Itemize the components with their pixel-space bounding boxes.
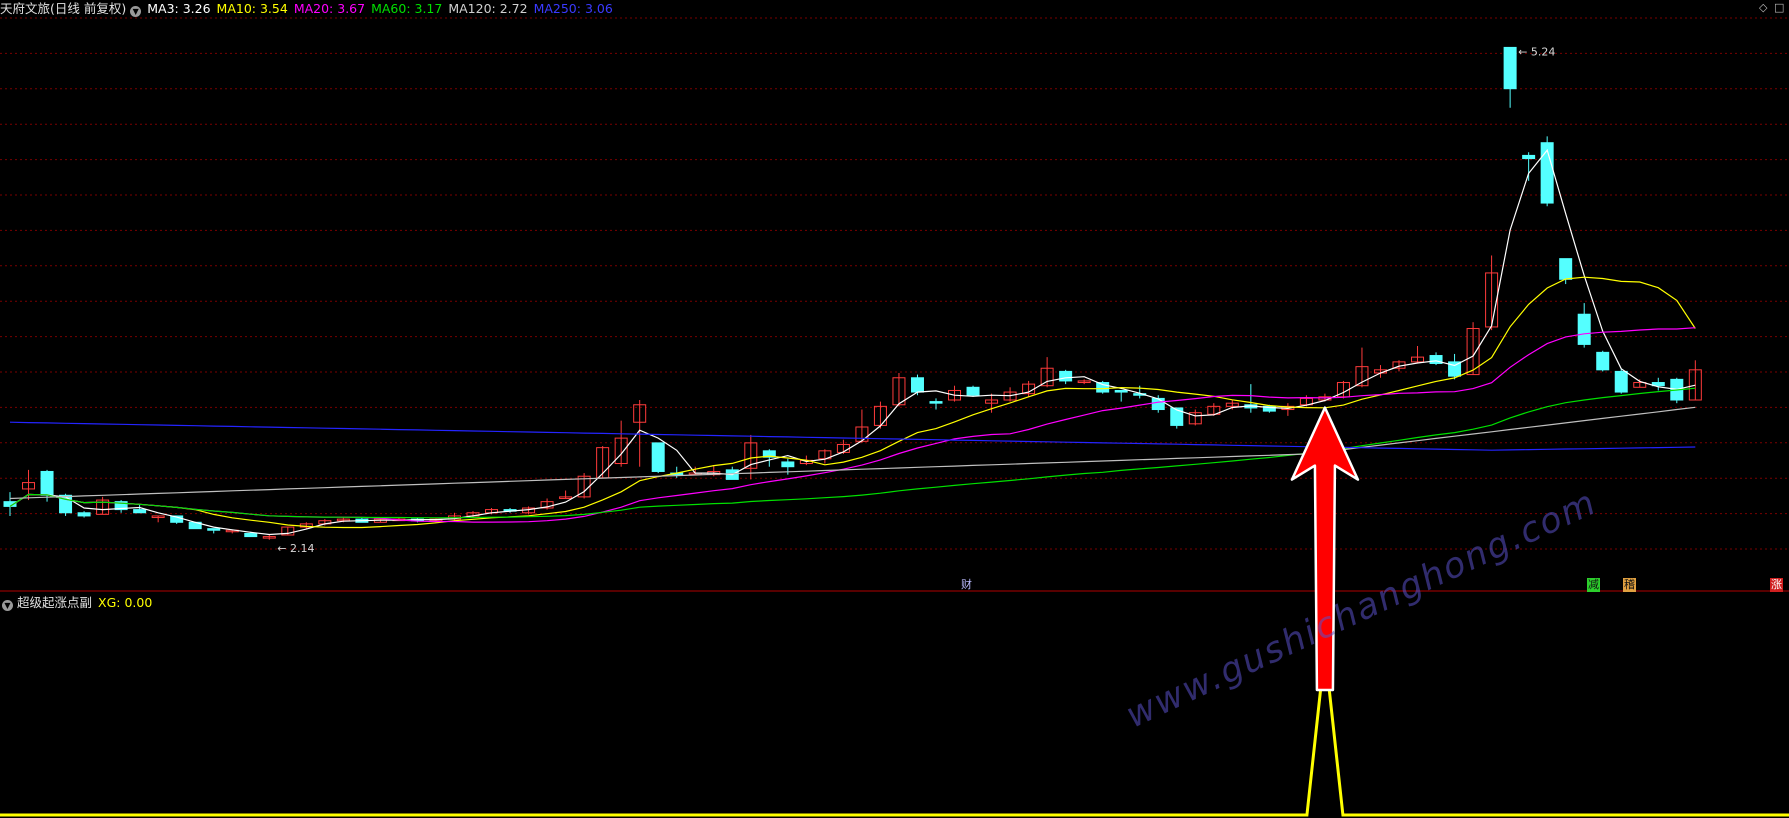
candle-body bbox=[781, 461, 795, 468]
tag-zhang: 涨 bbox=[1770, 578, 1783, 592]
price-annotation: ← 5.24 bbox=[1518, 45, 1555, 58]
price-annotation: ← 2.14 bbox=[277, 542, 314, 555]
candle-body bbox=[651, 442, 665, 472]
ma250-value: MA250: 3.06 bbox=[533, 1, 613, 16]
candle-body bbox=[1577, 313, 1591, 345]
candle-body bbox=[1559, 258, 1573, 280]
tag-cai: 财 bbox=[961, 578, 972, 591]
indicator-circle-icon[interactable]: ▼ bbox=[2, 600, 13, 611]
ma120-value: MA120: 2.72 bbox=[448, 1, 528, 16]
ma120-line bbox=[9, 406, 1696, 500]
ma3-line bbox=[9, 148, 1696, 536]
chart-canvas: ← 5.24 ← 2.14 bbox=[0, 17, 1789, 817]
tag-jian: 减 bbox=[1587, 578, 1600, 592]
indicator-header: ▼ 超级起涨点副 XG: 0.00 bbox=[0, 594, 152, 612]
candle-body bbox=[1151, 397, 1165, 411]
candle-body bbox=[1114, 389, 1128, 393]
ma60-line bbox=[9, 387, 1696, 519]
settings-circle-icon[interactable]: ▼ bbox=[130, 6, 142, 17]
xg-value: XG: 0.00 bbox=[98, 595, 153, 610]
candle-body bbox=[1596, 351, 1610, 371]
main-chart-header: 天府文旅(日线 前复权) ▼ MA3: 3.26 MA10: 3.54 MA20: 3.… bbox=[0, 0, 619, 18]
candle-body bbox=[929, 401, 943, 404]
candle-body bbox=[1522, 154, 1536, 160]
indicator-name: 超级起涨点副 bbox=[17, 595, 93, 610]
window-icon[interactable]: □ bbox=[1774, 1, 1784, 14]
ma10-value: MA10: 3.54 bbox=[216, 1, 288, 16]
stock-name: 天府文旅(日线 前复权) bbox=[0, 1, 127, 16]
candle-body bbox=[966, 386, 980, 396]
candle-body bbox=[133, 509, 147, 514]
ma20-value: MA20: 3.67 bbox=[293, 1, 366, 16]
tag-ji: 稽 bbox=[1623, 578, 1636, 592]
diamond-icon[interactable]: ◇ bbox=[1759, 1, 1767, 14]
candle-body bbox=[77, 512, 91, 517]
candle-body bbox=[1503, 46, 1517, 90]
candle-body bbox=[910, 377, 924, 393]
candle-body bbox=[1614, 370, 1628, 393]
ma60-value: MA60: 3.17 bbox=[371, 1, 443, 16]
candle-body bbox=[244, 532, 258, 538]
candle-body bbox=[40, 470, 54, 496]
ma3-value: MA3: 3.26 bbox=[147, 1, 211, 16]
xg-signal-line bbox=[0, 649, 1789, 817]
candle-body bbox=[207, 528, 221, 531]
candle-body bbox=[1059, 370, 1073, 382]
